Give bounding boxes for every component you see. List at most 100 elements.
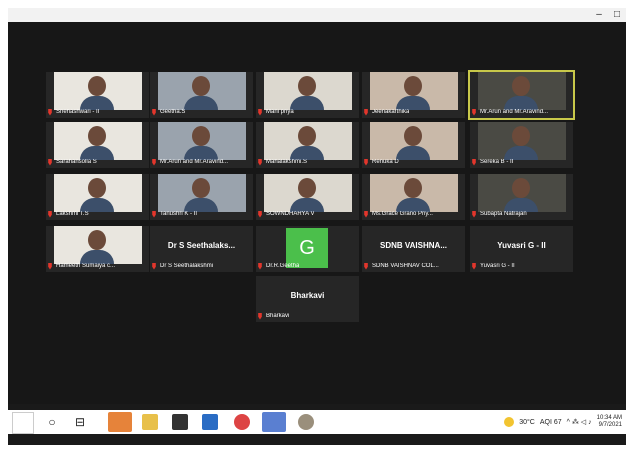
tray-icons[interactable]: ^ ⁂ ◁ ♪ (567, 418, 592, 426)
participant-name-bar: SDNB VAISHNAV COL... (363, 262, 439, 270)
participant-tile[interactable]: Mr.Arun and Mr.Aravind... (468, 70, 575, 120)
edge-icon[interactable] (108, 412, 132, 432)
participant-tile[interactable]: Subapta Natrajan (470, 174, 573, 220)
muted-mic-icon (48, 210, 52, 218)
participant-name-bar: Sereka B - II (471, 158, 513, 166)
participant-tile[interactable]: Lakshmi T.S (46, 174, 149, 220)
muted-mic-icon (258, 158, 262, 166)
participant-name: Tanushri K - II (160, 211, 198, 217)
participant-tile[interactable]: Bharkavi Bharkavi (256, 276, 359, 322)
muted-mic-icon (48, 108, 52, 116)
participant-name-bar: Dr S Seethalakshmi (151, 262, 213, 270)
aqi-value[interactable]: AQI 67 (540, 419, 562, 426)
participant-tile[interactable]: Geetha.S (150, 72, 253, 118)
participant-video (478, 72, 566, 110)
participant-name-bar: Bharkavi (257, 312, 289, 320)
participant-name: Ms.Grace Grano Priy... (372, 211, 433, 217)
muted-mic-icon (472, 108, 476, 116)
participant-name: Mahalakshmi.S (266, 159, 308, 165)
participant-name-bar: Mahalakshmi.S (257, 158, 307, 166)
store-icon[interactable] (172, 414, 188, 430)
participant-tile[interactable]: Hameeth Sumaiya c... (46, 226, 149, 272)
participant-tile[interactable]: G Dr.R.Geetha (256, 226, 359, 272)
paint-icon[interactable] (298, 414, 314, 430)
muted-mic-icon (152, 108, 156, 116)
participant-tile[interactable]: SOWNDHARYA V (256, 174, 359, 220)
weather-temp[interactable]: 30°C (519, 419, 535, 426)
participant-name-bar: Hameeth Sumaiya c... (47, 262, 115, 270)
system-tray: 30°C AQI 67 ^ ⁂ ◁ ♪ 10:34 AM 9/7/2021 (504, 410, 622, 434)
participant-display-name: Yuvasri G - II (497, 241, 546, 250)
participant-name: Geetha.S (160, 109, 186, 115)
participant-tile[interactable]: Ms.Grace Grano Priy... (362, 174, 465, 220)
muted-mic-icon (472, 158, 476, 166)
muted-mic-icon (258, 312, 262, 320)
participant-name: Sarahansolla S (56, 159, 97, 165)
participant-name: Snehashwari - II (56, 109, 100, 115)
muted-mic-icon (364, 158, 368, 166)
zoom-icon[interactable] (262, 412, 286, 432)
participant-name-bar: Snehashwari - II (47, 108, 99, 116)
participant-video (54, 174, 142, 212)
participant-video (264, 72, 352, 110)
participant-name: Mr.Arun and Mr.Aravind... (160, 159, 229, 165)
participant-name: Jeenakarthika (372, 109, 410, 115)
start-button[interactable] (12, 412, 34, 434)
meeting-gallery: Snehashwari - II Geetha.S Mani priya Jeenak… (8, 22, 626, 404)
muted-mic-icon (152, 210, 156, 218)
task-view-icon[interactable]: ⊟ (72, 414, 88, 430)
clock-date: 9/7/2021 (598, 422, 622, 428)
participant-video (370, 174, 458, 212)
participant-name: SDNB VAISHNAV COL... (372, 263, 439, 269)
muted-mic-icon (152, 262, 156, 270)
participant-name: SOWNDHARYA V (266, 211, 315, 217)
participant-tile[interactable]: Renuka D (362, 122, 465, 168)
muted-mic-icon (152, 158, 156, 166)
participant-tile[interactable]: Sarahansolla S (46, 122, 149, 168)
participant-display-name: SDNB VAISHNA... (380, 241, 447, 250)
participant-name-bar: Mani priya (257, 108, 294, 116)
participant-name-bar: Dr.R.Geetha (257, 262, 299, 270)
participant-display-name: Dr S Seethalaks... (167, 241, 236, 250)
participant-video (478, 122, 566, 160)
title-bar: – □ (8, 8, 626, 22)
participant-tile[interactable]: Mr.Arun and Mr.Aravind... (150, 122, 253, 168)
participant-tile[interactable]: Tanushri K - II (150, 174, 253, 220)
participant-tile[interactable]: Mani priya (256, 72, 359, 118)
weather-icon[interactable] (504, 417, 515, 427)
participant-name-bar: Tanushri K - II (151, 210, 197, 218)
participant-tile[interactable]: Mahalakshmi.S (256, 122, 359, 168)
participant-name-bar: Jeenakarthika (363, 108, 409, 116)
file-explorer-icon[interactable] (142, 414, 158, 430)
muted-mic-icon (258, 262, 262, 270)
participant-name: Yuvasri G - II (480, 263, 515, 269)
participant-tile[interactable]: Snehashwari - II (46, 72, 149, 118)
muted-mic-icon (364, 108, 368, 116)
muted-mic-icon (364, 262, 368, 270)
participant-name-bar: Sarahansolla S (47, 158, 97, 166)
minimize-button[interactable]: – (590, 8, 608, 22)
participant-name: Mani priya (266, 109, 294, 115)
muted-mic-icon (258, 210, 262, 218)
participant-name: Subapta Natrajan (480, 211, 527, 217)
participant-name: Lakshmi T.S (56, 211, 89, 217)
participant-video (370, 72, 458, 110)
search-icon[interactable]: ○ (44, 414, 60, 430)
participant-video (54, 72, 142, 110)
muted-mic-icon (364, 210, 368, 218)
maximize-button[interactable]: □ (608, 8, 626, 22)
taskbar: ○ ⊟ 30°C AQI 67 ^ ⁂ ◁ ♪ 10:34 AM 9/7/202… (8, 410, 626, 434)
participant-tile[interactable]: Jeenakarthika (362, 72, 465, 118)
participant-tile[interactable]: Sereka B - II (470, 122, 573, 168)
clock[interactable]: 10:34 AM 9/7/2021 (597, 415, 622, 429)
participant-name: Mr.Arun and Mr.Aravind... (480, 109, 549, 115)
participant-tile[interactable]: SDNB VAISHNA... SDNB VAISHNAV COL... (362, 226, 465, 272)
mail-icon[interactable] (202, 414, 218, 430)
participant-display-name: Bharkavi (290, 291, 325, 300)
muted-mic-icon (48, 262, 52, 270)
participant-name: Bharkavi (266, 313, 290, 319)
participant-name-bar: Lakshmi T.S (47, 210, 89, 218)
participant-tile[interactable]: Yuvasri G - II Yuvasri G - II (470, 226, 573, 272)
chrome-icon[interactable] (234, 414, 250, 430)
participant-tile[interactable]: Dr S Seethalaks... Dr S Seethalakshmi (150, 226, 253, 272)
